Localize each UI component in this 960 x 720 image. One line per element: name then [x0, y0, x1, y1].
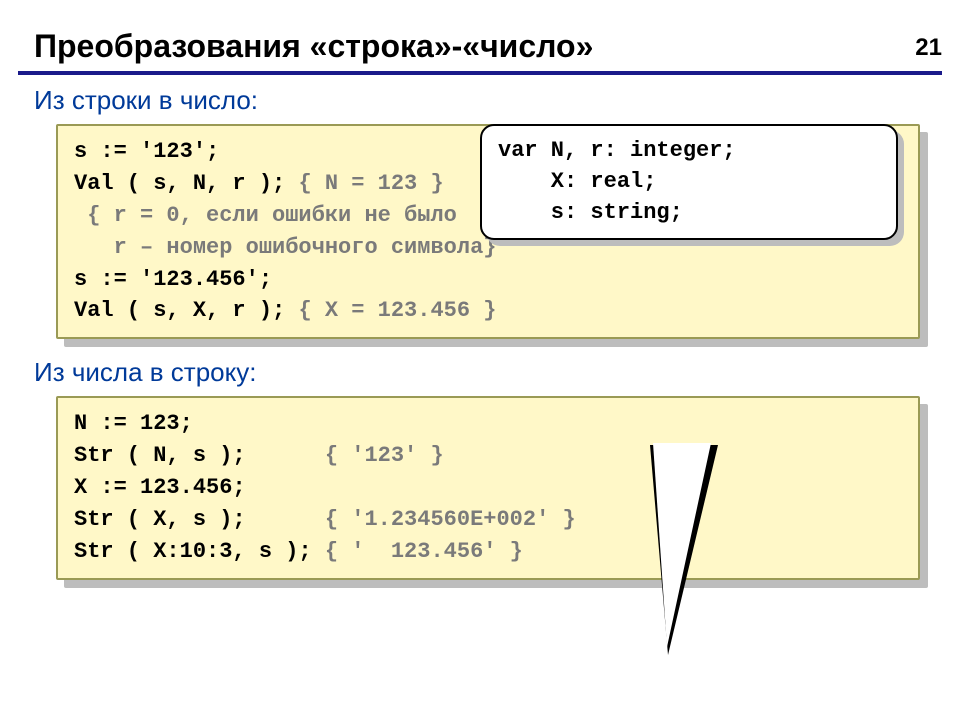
code2-line4: Str ( X, s ); { '1.234560E+002' }	[74, 504, 902, 536]
code2-line2: Str ( N, s ); { '123' }	[74, 440, 902, 472]
code1-line6-comment: { X = 123.456 }	[298, 298, 496, 323]
code1-line6-code: Val ( s, X, r );	[74, 298, 298, 323]
code2-line1: N := 123;	[74, 408, 902, 440]
callout-line1: var N, r: integer;	[498, 136, 880, 167]
code2-line4-code: Str ( X, s );	[74, 507, 325, 532]
code2-line5-code: Str ( X:10:3, s );	[74, 539, 325, 564]
code2-line5-comment: { ' 123.456' }	[325, 539, 523, 564]
code-block-2-body: N := 123; Str ( N, s ); { '123' } X := 1…	[56, 396, 920, 579]
page-number: 21	[915, 34, 942, 62]
code2-line4-comment: { '1.234560E+002' }	[325, 507, 576, 532]
code2-line5: Str ( X:10:3, s ); { ' 123.456' }	[74, 536, 902, 568]
code1-line2-comment: { N = 123 }	[298, 171, 443, 196]
code1-line2-code: Val ( s, N, r );	[74, 171, 298, 196]
callout-var-declaration: var N, r: integer; X: real; s: string;	[480, 124, 898, 240]
code2-line2-comment: { '123' }	[325, 443, 444, 468]
code2-line3: X := 123.456;	[74, 472, 902, 504]
code1-line5: s := '123.456';	[74, 264, 902, 296]
callout-line2: X: real;	[498, 167, 880, 198]
code-block-2: N := 123; Str ( N, s ); { '123' } X := 1…	[56, 396, 920, 579]
callout-body: var N, r: integer; X: real; s: string;	[480, 124, 898, 240]
callout-line3: s: string;	[498, 198, 880, 229]
title-rule	[18, 71, 942, 75]
section-heading-1: Из строки в число:	[34, 85, 960, 116]
page-title: Преобразования «строка»-«число»	[34, 28, 960, 65]
code2-line2-code: Str ( N, s );	[74, 443, 325, 468]
callout-tail-fill	[653, 443, 711, 647]
code1-line6: Val ( s, X, r ); { X = 123.456 }	[74, 295, 902, 327]
section-heading-2: Из числа в строку:	[34, 357, 960, 388]
